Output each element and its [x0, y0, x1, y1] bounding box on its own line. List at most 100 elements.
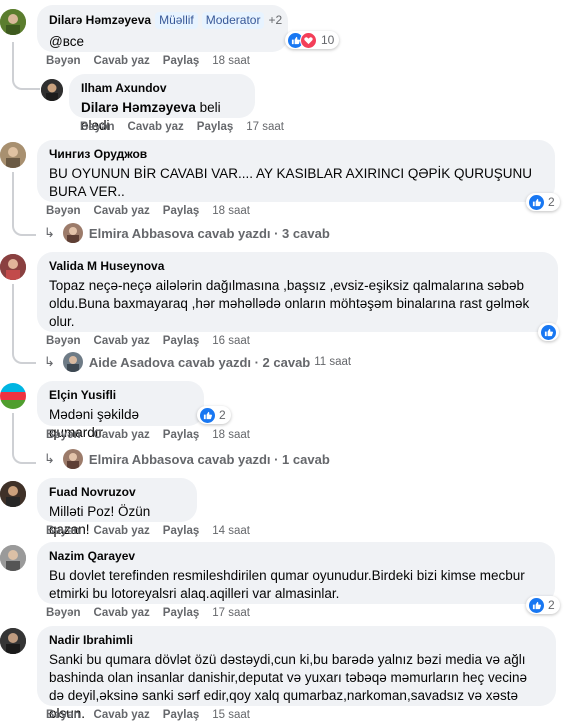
comment-author[interactable]: Ilham Axundov	[81, 81, 243, 96]
reaction-number: 2	[548, 195, 555, 209]
comment-actions: Bəyən Cavab yaz Paylaş 16 saat	[46, 335, 263, 347]
reaction-count[interactable]: 2	[526, 596, 560, 614]
comment-time[interactable]: 17 saat	[246, 121, 284, 133]
share-button[interactable]: Paylaş	[197, 121, 233, 133]
thumbs-up-icon	[200, 407, 215, 423]
comment-author[interactable]: Чингиз Оруджов	[49, 147, 543, 162]
reaction-count[interactable]: 10	[285, 31, 340, 49]
badge-extra[interactable]: +2	[268, 13, 282, 27]
replies-text[interactable]: Elmira Abbasova cavab yazdı · 3 cavab	[89, 226, 330, 241]
thumbs-up-icon	[529, 194, 544, 210]
share-button[interactable]: Paylaş	[163, 205, 199, 217]
comment-text: Bu dovlet terefinden resmileshdirilen qu…	[49, 568, 525, 601]
avatar-image-icon	[0, 254, 26, 280]
comment-text: BU OYUNUN BİR CAVABI VAR.... AY KASIBLAR…	[49, 166, 533, 199]
comment-author[interactable]: Valida M Huseynova	[49, 259, 546, 274]
comment-bubble: Valida M Huseynova Topaz neçə-neçə ailəl…	[37, 252, 558, 332]
replies-text[interactable]: Elmira Abbasova cavab yazdı · 1 cavab	[89, 452, 330, 467]
thumbs-up-icon	[541, 324, 556, 340]
thread-line	[12, 284, 14, 348]
comment-actions: Bəyən Cavab yaz Paylaş 17 saat	[80, 121, 297, 133]
like-button[interactable]: Bəyən	[46, 335, 81, 347]
avatar[interactable]	[0, 628, 26, 654]
reaction-count[interactable]	[538, 323, 559, 341]
comment-author[interactable]: Fuad Novruzov	[49, 485, 185, 500]
avatar[interactable]	[0, 383, 26, 409]
avatar	[62, 352, 83, 372]
comment-actions: Bəyən Cavab yaz Paylaş 18 saat	[46, 55, 263, 67]
avatar-image-icon	[41, 79, 63, 101]
comment-text: Topaz neçə-neçə ailələrin dağılmasına ,b…	[49, 278, 530, 329]
avatar[interactable]	[41, 79, 63, 101]
comment-author[interactable]: Dilarə Həmzəyeva Müəllif Moderator +2	[49, 12, 282, 29]
thread-curve	[12, 212, 36, 236]
reply-button[interactable]: Cavab yaz	[128, 121, 184, 133]
view-replies-link[interactable]: ↳ Elmira Abbasova cavab yazdı · 3 cavab	[44, 223, 330, 243]
comment-time[interactable]: 15 saat	[212, 709, 250, 721]
like-button[interactable]: Bəyən	[46, 709, 81, 721]
reply-arrow-icon: ↳	[44, 451, 55, 466]
comment-actions: Bəyən Cavab yaz Paylaş 15 saat	[46, 709, 263, 721]
comment-time[interactable]: 17 saat	[212, 607, 250, 619]
comment-time[interactable]: 16 saat	[212, 335, 250, 347]
reaction-number: 2	[548, 598, 555, 612]
comment-author[interactable]: Nazim Qarayev	[49, 549, 543, 564]
reaction-number: 2	[219, 408, 226, 422]
share-button[interactable]: Paylaş	[163, 335, 199, 347]
reply-button[interactable]: Cavab yaz	[94, 55, 150, 67]
reaction-count[interactable]: 2	[197, 406, 231, 424]
share-button[interactable]: Paylaş	[163, 429, 199, 441]
comment-bubble: Fuad Novruzov Milləti Poz! Özün qazan!	[37, 478, 197, 537]
thread-curve	[12, 66, 40, 90]
like-button[interactable]: Bəyən	[46, 205, 81, 217]
thread-curve	[12, 340, 36, 364]
replies-time: 11 saat	[314, 356, 352, 368]
avatar-image-icon	[0, 142, 26, 168]
reaction-count[interactable]: 2	[526, 193, 560, 211]
avatar-image-icon	[0, 545, 26, 571]
like-button[interactable]: Bəyən	[46, 55, 81, 67]
reply-button[interactable]: Cavab yaz	[94, 525, 150, 537]
comment-bubble: Nazim Qarayev Bu dovlet terefinden resmi…	[37, 542, 555, 604]
reply-button[interactable]: Cavab yaz	[94, 335, 150, 347]
comment-author[interactable]: Nadir Ibrahimli	[49, 633, 544, 648]
reply-button[interactable]: Cavab yaz	[94, 429, 150, 441]
flag-avatar-icon	[0, 383, 26, 409]
author-name[interactable]: Dilarə Həmzəyeva	[49, 13, 151, 27]
comment-bubble: Elçin Yusifli Mədəni şəkildə qumardır	[37, 381, 204, 440]
comment-text: @все	[49, 34, 84, 49]
share-button[interactable]: Paylaş	[163, 55, 199, 67]
like-button[interactable]: Bəyən	[46, 429, 81, 441]
avatar[interactable]	[0, 9, 26, 35]
comment-bubble: Dilarə Həmzəyeva Müəllif Moderator +2 @все	[37, 5, 288, 52]
mention-link[interactable]: Dilarə Həmzəyeva	[81, 100, 196, 115]
comment-time[interactable]: 18 saat	[212, 429, 250, 441]
like-button[interactable]: Bəyən	[80, 121, 115, 133]
comment-time[interactable]: 18 saat	[212, 55, 250, 67]
moderator-badge: Moderator	[201, 12, 265, 29]
comment-time[interactable]: 14 saat	[212, 525, 250, 537]
comment-time[interactable]: 18 saat	[212, 205, 250, 217]
heart-icon	[300, 31, 317, 49]
like-button[interactable]: Bəyən	[46, 525, 81, 537]
author-badge: Müəllif	[155, 12, 198, 29]
avatar-image-icon	[0, 9, 26, 35]
share-button[interactable]: Paylaş	[163, 709, 199, 721]
share-button[interactable]: Paylaş	[163, 525, 199, 537]
avatar[interactable]	[0, 545, 26, 571]
replies-text[interactable]: Aide Asadova cavab yazdı · 2 cavab	[89, 355, 310, 370]
view-replies-link[interactable]: ↳ Elmira Abbasova cavab yazdı · 1 cavab	[44, 449, 330, 469]
avatar-image-icon	[0, 628, 26, 654]
reply-button[interactable]: Cavab yaz	[94, 607, 150, 619]
comment-author[interactable]: Elçin Yusifli	[49, 388, 192, 403]
reply-button[interactable]: Cavab yaz	[94, 205, 150, 217]
share-button[interactable]: Paylaş	[163, 607, 199, 619]
comment-actions: Bəyən Cavab yaz Paylaş 17 saat	[46, 607, 263, 619]
view-replies-link[interactable]: ↳ Aide Asadova cavab yazdı · 2 cavab 11 s…	[44, 352, 351, 372]
like-button[interactable]: Bəyən	[46, 607, 81, 619]
avatar[interactable]	[0, 142, 26, 168]
reply-arrow-icon: ↳	[44, 354, 55, 369]
avatar[interactable]	[0, 481, 26, 507]
reply-button[interactable]: Cavab yaz	[94, 709, 150, 721]
avatar[interactable]	[0, 254, 26, 280]
